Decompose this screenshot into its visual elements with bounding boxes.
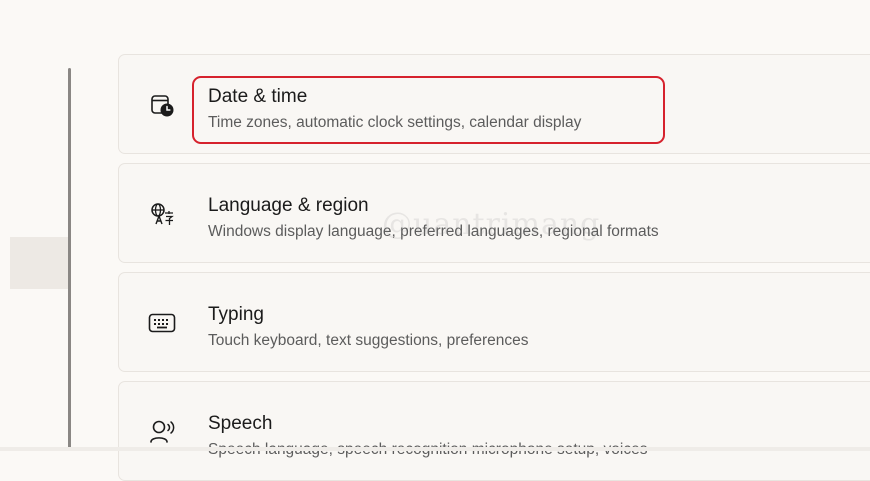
- item-title: Speech: [208, 413, 273, 434]
- keyboard-icon: [147, 308, 177, 338]
- settings-item-typing[interactable]: Typing Touch keyboard, text suggestions,…: [118, 272, 870, 372]
- language-icon: [147, 199, 177, 229]
- item-title: Typing: [208, 304, 264, 325]
- calendar-clock-icon: [147, 90, 177, 120]
- navigation-pane: [0, 0, 71, 451]
- speech-icon: [147, 417, 177, 447]
- nav-divider: [68, 68, 71, 451]
- item-title: Language & region: [208, 195, 369, 216]
- settings-item-speech[interactable]: Speech Speech language, speech recogniti…: [118, 381, 870, 481]
- highlight-annotation: [192, 76, 665, 144]
- watermark: @uantrimang: [382, 207, 601, 242]
- item-subtitle: Touch keyboard, text suggestions, prefer…: [208, 332, 529, 349]
- bottom-edge: [0, 447, 870, 451]
- nav-selected-item[interactable]: [10, 237, 68, 289]
